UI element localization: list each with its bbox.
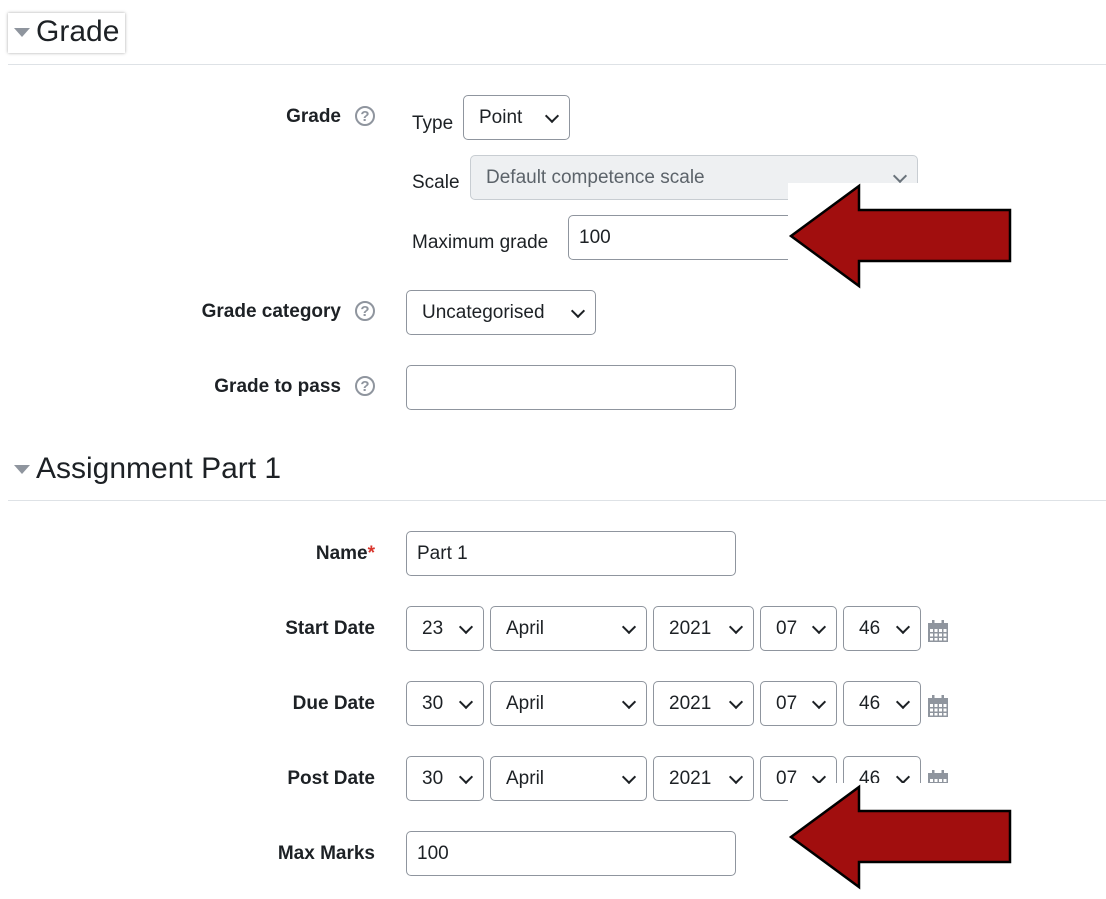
question-circle-icon[interactable]: ? [355,301,375,321]
chevron-down-icon [892,168,908,183]
post-day-value: 30 [422,767,444,789]
maximum-grade-value: 100 [579,226,611,248]
start-date-label: Start Date [285,618,375,639]
grade-category-label: Grade category [201,301,341,322]
name-label-text: Name [315,543,368,564]
due-hour-value: 07 [776,692,798,714]
due-month-value: April [506,692,545,714]
question-circle-icon[interactable]: ? [355,376,375,396]
due-hour-select[interactable]: 07 [760,681,837,726]
grade-type-value: Point [479,106,523,128]
chevron-down-icon [621,619,637,634]
caret-down-icon [14,464,30,474]
max-marks-value: 100 [417,842,449,864]
post-day-select[interactable]: 30 [406,756,484,801]
grade-label: Grade [286,106,341,127]
chevron-down-icon [811,694,827,709]
chevron-down-icon [895,619,911,634]
due-year-value: 2021 [669,692,712,714]
due-day-select[interactable]: 30 [406,681,484,726]
chevron-down-icon [458,769,474,784]
due-date-label: Due Date [292,693,375,714]
grade-category-select[interactable]: Uncategorised [406,290,596,335]
start-month-value: April [506,617,545,639]
left-arrow-icon [788,183,1012,289]
type-label: Type [412,113,454,134]
start-year-value: 2021 [669,617,712,639]
post-month-value: April [506,767,545,789]
name-value: Part 1 [417,542,468,564]
name-label: Name* [180,543,375,565]
chevron-down-icon [458,619,474,634]
chevron-down-icon [621,769,637,784]
grade-to-pass-label: Grade to pass [214,376,341,397]
calendar-icon[interactable] [927,619,949,643]
chevron-down-icon [570,303,586,318]
calendar-icon[interactable] [927,694,949,718]
grade-category-value: Uncategorised [422,301,545,323]
due-minute-select[interactable]: 46 [843,681,921,726]
grade-to-pass-input[interactable] [406,365,736,410]
post-date-label: Post Date [287,768,375,789]
scale-label: Scale [412,172,460,193]
chevron-down-icon [728,694,744,709]
due-year-select[interactable]: 2021 [653,681,754,726]
maximum-grade-label: Maximum grade [412,232,549,253]
due-month-select[interactable]: April [490,681,647,726]
grade-scale-value: Default competence scale [486,166,705,188]
post-month-select[interactable]: April [490,756,647,801]
chevron-down-icon [895,769,911,784]
start-hour-value: 07 [776,617,798,639]
chevron-down-icon [621,694,637,709]
section-divider [8,64,1106,65]
chevron-down-icon [811,769,827,784]
max-marks-input[interactable]: 100 [406,831,736,876]
start-minute-select[interactable]: 46 [843,606,921,651]
left-arrow-icon [788,784,1012,890]
grade-type-select[interactable]: Point [463,95,570,140]
question-circle-icon[interactable]: ? [355,106,375,126]
chevron-down-icon [895,694,911,709]
name-input[interactable]: Part 1 [406,531,736,576]
chevron-down-icon [728,769,744,784]
grade-section-title: Grade [36,15,120,48]
required-marker: * [367,543,375,564]
assignment-section-toggle[interactable]: Assignment Part 1 [8,452,281,486]
post-year-value: 2021 [669,767,712,789]
start-month-select[interactable]: April [490,606,647,651]
chevron-down-icon [544,108,560,123]
chevron-down-icon [811,619,827,634]
max-marks-label: Max Marks [277,843,375,864]
start-year-select[interactable]: 2021 [653,606,754,651]
start-hour-select[interactable]: 07 [760,606,837,651]
chevron-down-icon [458,694,474,709]
start-day-value: 23 [422,617,444,639]
post-year-select[interactable]: 2021 [653,756,754,801]
section-divider [8,500,1106,501]
chevron-down-icon [728,619,744,634]
assignment-section-title: Assignment Part 1 [36,452,282,485]
start-day-select[interactable]: 23 [406,606,484,651]
due-minute-value: 46 [859,692,881,714]
due-day-value: 30 [422,692,444,714]
start-minute-value: 46 [859,617,881,639]
grade-section-toggle[interactable]: Grade [8,13,126,53]
caret-down-icon [14,27,30,37]
